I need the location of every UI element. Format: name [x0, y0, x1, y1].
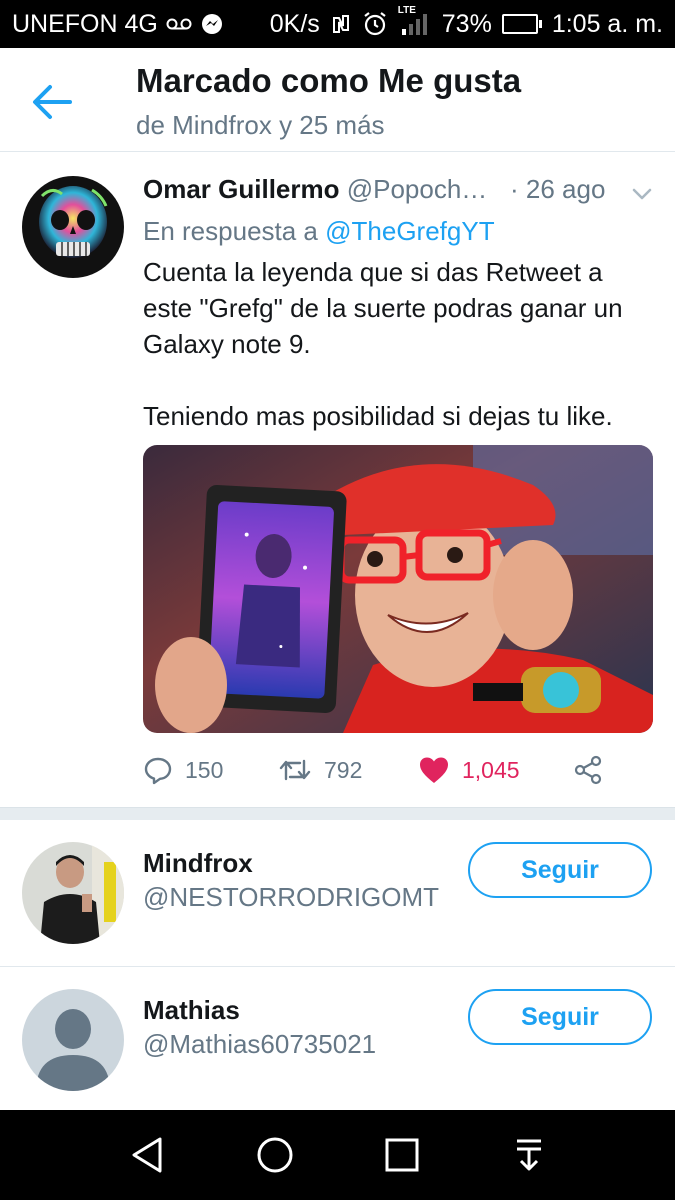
user-handle[interactable]: @Mathias60735021	[143, 1029, 376, 1060]
square-recents-icon	[385, 1138, 419, 1172]
page-title: Marcado como Me gusta	[136, 62, 522, 99]
author-avatar[interactable]	[22, 176, 124, 278]
retweet-count: 792	[324, 756, 363, 783]
clock: 1:05 a. m.	[551, 9, 663, 38]
messenger-icon	[200, 12, 224, 36]
tweet-text: Cuenta la leyenda que si das Retweet a e…	[143, 254, 658, 434]
reply-prefix: En respuesta a	[143, 216, 318, 246]
retweet-icon	[279, 759, 311, 781]
user-name[interactable]: Mathias	[143, 995, 240, 1026]
android-nav-bar	[0, 1110, 675, 1200]
section-divider	[0, 807, 675, 820]
reply-context: En respuesta a @TheGrefgYT	[143, 216, 495, 247]
page-subtitle: de Mindfrox y 25 más	[136, 110, 385, 140]
avatar[interactable]	[22, 989, 124, 1091]
author-handle[interactable]: @Popoch…	[347, 174, 488, 204]
tweet-timestamp[interactable]: · 26 ago	[510, 174, 605, 205]
nav-notification-button[interactable]	[509, 1135, 549, 1175]
voicemail-icon	[166, 17, 192, 31]
tweet-text-paragraph: Teniendo mas posibilidad si dejas tu lik…	[143, 401, 613, 431]
reply-mention-link[interactable]: @TheGrefgYT	[325, 216, 494, 246]
retweet-button[interactable]: 792	[278, 755, 418, 785]
pull-down-icon	[517, 1139, 541, 1171]
nav-back-button[interactable]	[128, 1135, 168, 1175]
tweet-text-paragraph: Cuenta la leyenda que si das Retweet a e…	[143, 257, 623, 359]
like-button[interactable]: 1,045	[418, 755, 573, 785]
back-button[interactable]	[30, 82, 76, 122]
follow-button[interactable]: Seguir	[468, 989, 652, 1045]
network-speed: 0K/s	[269, 9, 320, 38]
carrier-label: UNEFON 4G	[12, 9, 158, 38]
signal-icon: LTE	[398, 5, 432, 37]
tweet-card[interactable]: Omar Guillermo @Popoch… · 26 ago En resp…	[0, 152, 675, 807]
photo-person-holding-phone	[143, 445, 653, 733]
user-handle[interactable]: @NESTORRODRIGOMT	[143, 882, 439, 913]
tweet-photo[interactable]	[143, 445, 653, 733]
nav-home-button[interactable]	[255, 1135, 295, 1175]
skull-avatar-image	[22, 176, 124, 278]
network-badge: LTE	[397, 5, 416, 16]
tweet-actions: 150 792 1,045	[143, 752, 653, 788]
battery-icon	[501, 14, 542, 34]
share-button[interactable]	[573, 755, 613, 785]
default-avatar-icon	[22, 989, 124, 1091]
heart-filled-icon	[420, 757, 448, 783]
user-photo-avatar	[22, 842, 124, 944]
user-name[interactable]: Mindfrox	[143, 848, 253, 879]
chevron-down-icon	[632, 188, 652, 200]
author-name[interactable]: Omar Guillermo	[143, 174, 340, 204]
triangle-back-icon	[132, 1137, 162, 1173]
battery-percent: 73%	[441, 9, 492, 38]
user-list-item[interactable]: Mindfrox @NESTORRODRIGOMT Seguir	[0, 820, 675, 966]
reply-icon	[144, 757, 172, 785]
nav-recents-button[interactable]	[382, 1135, 422, 1175]
tweet-menu-button[interactable]	[630, 182, 654, 206]
avatar[interactable]	[22, 842, 124, 944]
arrow-left-icon	[33, 85, 72, 119]
like-count: 1,045	[462, 756, 520, 783]
reply-count: 150	[185, 756, 224, 783]
user-list-item[interactable]: Mathias @Mathias60735021 Seguir	[0, 967, 675, 1113]
circle-home-icon	[257, 1137, 293, 1173]
status-bar: UNEFON 4G 0K/s LTE 73% 1:05 a. m.	[0, 0, 675, 48]
share-icon	[574, 755, 602, 785]
follow-button[interactable]: Seguir	[468, 842, 652, 898]
reply-button[interactable]: 150	[143, 755, 278, 785]
alarm-icon	[362, 11, 388, 37]
nfc-icon	[330, 12, 352, 36]
page-header: Marcado como Me gusta de Mindfrox y 25 m…	[0, 48, 675, 152]
